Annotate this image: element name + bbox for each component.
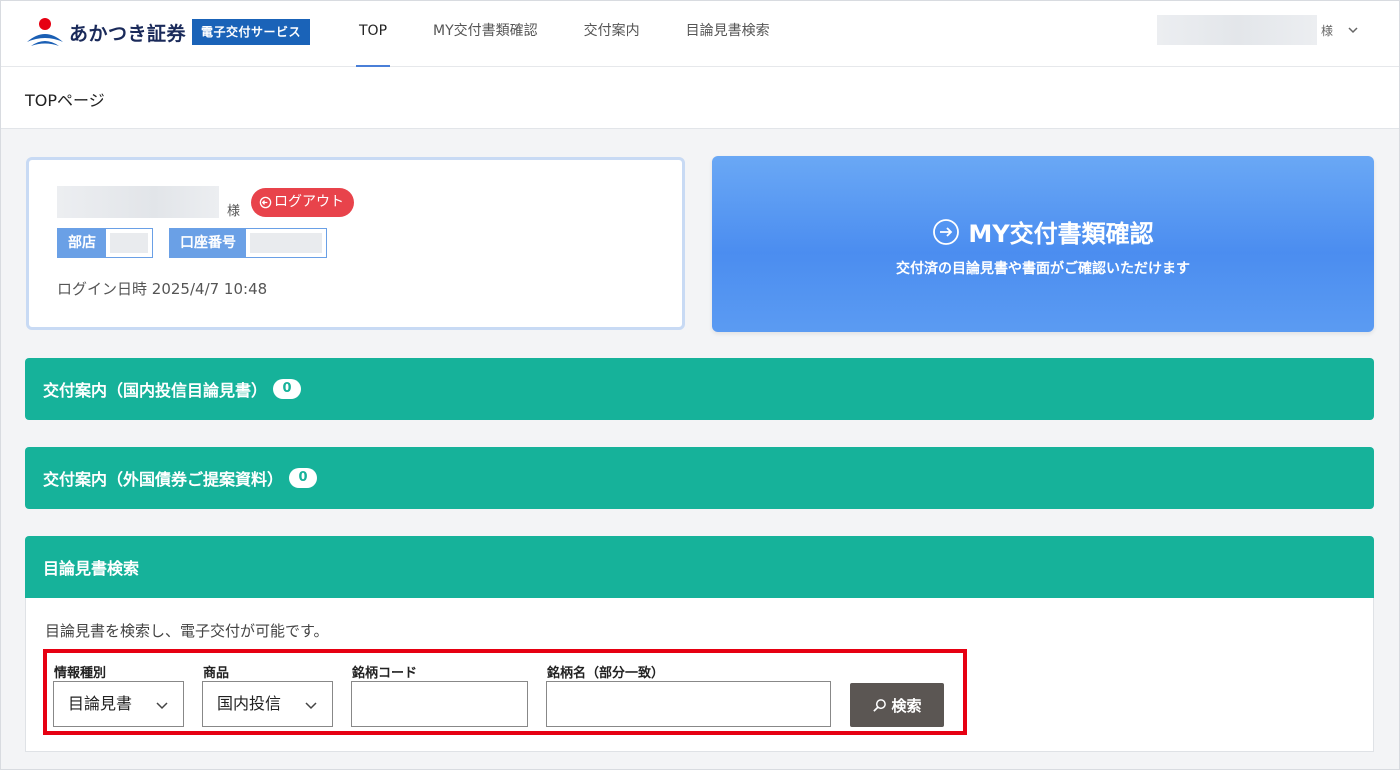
my-documents-title: MY交付書類確認 <box>712 214 1374 249</box>
user-suffix: 様 <box>1320 23 1333 38</box>
account-number-label: 口座番号 <box>170 229 246 257</box>
logout-label: ログアウト <box>274 194 344 210</box>
header: あかつき証券 電子交付サービス TOP MY交付書類確認 交付案内 目論見書検索… <box>1 1 1399 67</box>
service-badge: 電子交付サービス <box>192 19 311 45</box>
name-input[interactable] <box>546 681 831 727</box>
product-select[interactable]: 国内投信 <box>202 681 333 727</box>
main-nav: TOP MY交付書類確認 交付案内 目論見書検索 <box>356 1 813 67</box>
account-suffix: 様 <box>227 204 241 219</box>
section-title: 目論見書検索 <box>43 559 140 578</box>
section-prospectus-search: 目論見書検索 <box>25 536 1374 598</box>
my-documents-button[interactable]: MY交付書類確認 交付済の目論見書や書面がご確認いただけます <box>712 156 1374 332</box>
nav-my-documents[interactable]: MY交付書類確認 <box>430 1 541 67</box>
nav-top[interactable]: TOP <box>356 1 391 67</box>
account-number-tag: 口座番号 <box>169 228 327 258</box>
account-number-masked <box>246 229 326 257</box>
section-domestic-fund-notice[interactable]: 交付案内（国内投信目論見書） 0 <box>25 358 1374 420</box>
account-card: 様 ログアウト 部店 口座番号 ログイン日時 2025/4/7 10:48 <box>26 157 685 330</box>
info-type-value: 目論見書 <box>68 694 133 713</box>
user-name-masked <box>1156 15 1317 45</box>
search-icon <box>873 698 887 712</box>
arrow-circle-right-icon <box>933 218 960 245</box>
page-title-bar: TOPページ <box>1 67 1399 129</box>
search-button[interactable]: 検索 <box>850 683 944 727</box>
branch-tag: 部店 <box>57 228 153 258</box>
user-menu[interactable]: 様 <box>1156 15 1359 45</box>
login-time-value: 2025/4/7 10:48 <box>151 280 268 298</box>
logout-button[interactable]: ログアウト <box>251 188 354 217</box>
product-value: 国内投信 <box>217 694 282 713</box>
search-description: 目論見書を検索し、電子交付が可能です。 <box>45 622 329 640</box>
chevron-down-icon <box>156 702 168 710</box>
login-time-label: ログイン日時 <box>57 280 148 298</box>
code-label: 銘柄コード <box>352 666 418 681</box>
my-documents-title-text: MY交付書類確認 <box>968 220 1154 248</box>
chevron-down-icon <box>1348 27 1358 34</box>
branch-label: 部店 <box>58 229 106 257</box>
info-type-label: 情報種別 <box>54 666 107 681</box>
search-panel: 目論見書を検索し、電子交付が可能です。 情報種別 目論見書 商品 国内投信 銘柄… <box>25 598 1374 752</box>
info-type-select[interactable]: 目論見書 <box>53 681 184 727</box>
code-input[interactable] <box>351 681 528 727</box>
logo-text: あかつき証券 <box>69 22 187 45</box>
nav-delivery-notice[interactable]: 交付案内 <box>581 1 643 67</box>
logo[interactable]: あかつき証券 電子交付サービス <box>25 15 311 49</box>
count-badge: 0 <box>289 468 318 488</box>
page-title: TOPページ <box>25 91 105 110</box>
login-time: ログイン日時 2025/4/7 10:48 <box>57 278 267 299</box>
nav-prospectus-search[interactable]: 目論見書検索 <box>683 1 773 67</box>
count-badge: 0 <box>273 379 302 399</box>
logo-mark-icon <box>27 18 63 46</box>
name-label: 銘柄名（部分一致） <box>547 666 665 681</box>
branch-value-masked <box>106 229 152 257</box>
highlight-frame: 情報種別 目論見書 商品 国内投信 銘柄コード 銘柄名（部分一致） 検索 <box>43 649 967 735</box>
chevron-down-icon <box>305 702 317 710</box>
section-title: 交付案内（外国債券ご提案資料） <box>43 470 284 489</box>
section-foreign-bond-notice[interactable]: 交付案内（外国債券ご提案資料） 0 <box>25 447 1374 509</box>
logout-icon <box>259 196 272 209</box>
my-documents-subtitle: 交付済の目論見書や書面がご確認いただけます <box>896 261 1190 277</box>
search-button-label: 検索 <box>891 696 922 715</box>
section-title: 交付案内（国内投信目論見書） <box>43 381 268 400</box>
product-label: 商品 <box>203 666 230 681</box>
account-name-masked <box>57 186 219 218</box>
